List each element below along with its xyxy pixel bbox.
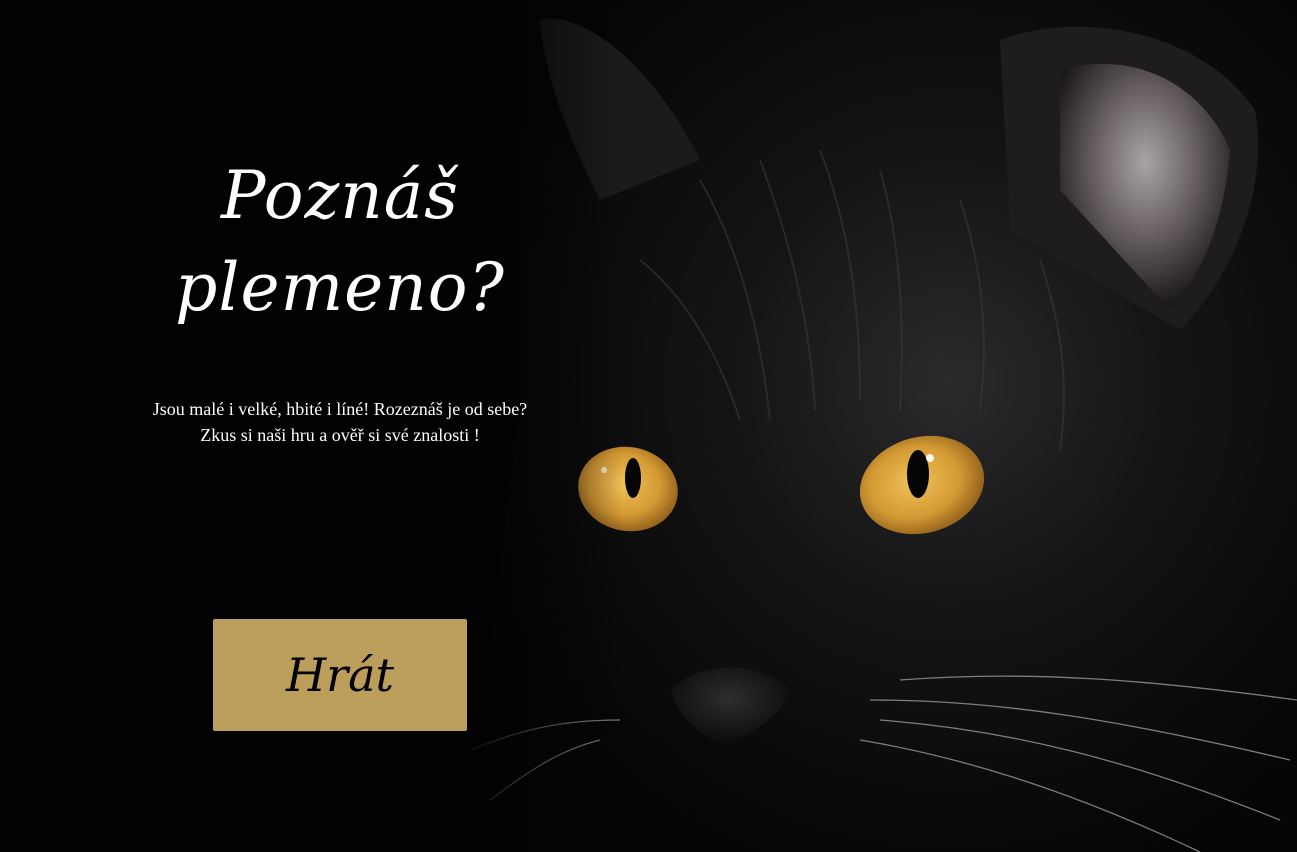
page-title-line-1: Poznáš — [221, 157, 459, 234]
intro-description: Jsou malé i velké, hbité i líné! Rozezná… — [152, 399, 528, 445]
page-title-line-2: plemeno? — [175, 249, 505, 326]
intro-section: Poznáš plemeno? Jsou malé i velké, hbité… — [140, 150, 540, 448]
landing-page: Poznáš plemeno? Jsou malé i velké, hbité… — [0, 0, 1297, 852]
page-title: Poznáš plemeno? — [140, 150, 540, 334]
play-button[interactable]: Hrát — [213, 619, 467, 731]
